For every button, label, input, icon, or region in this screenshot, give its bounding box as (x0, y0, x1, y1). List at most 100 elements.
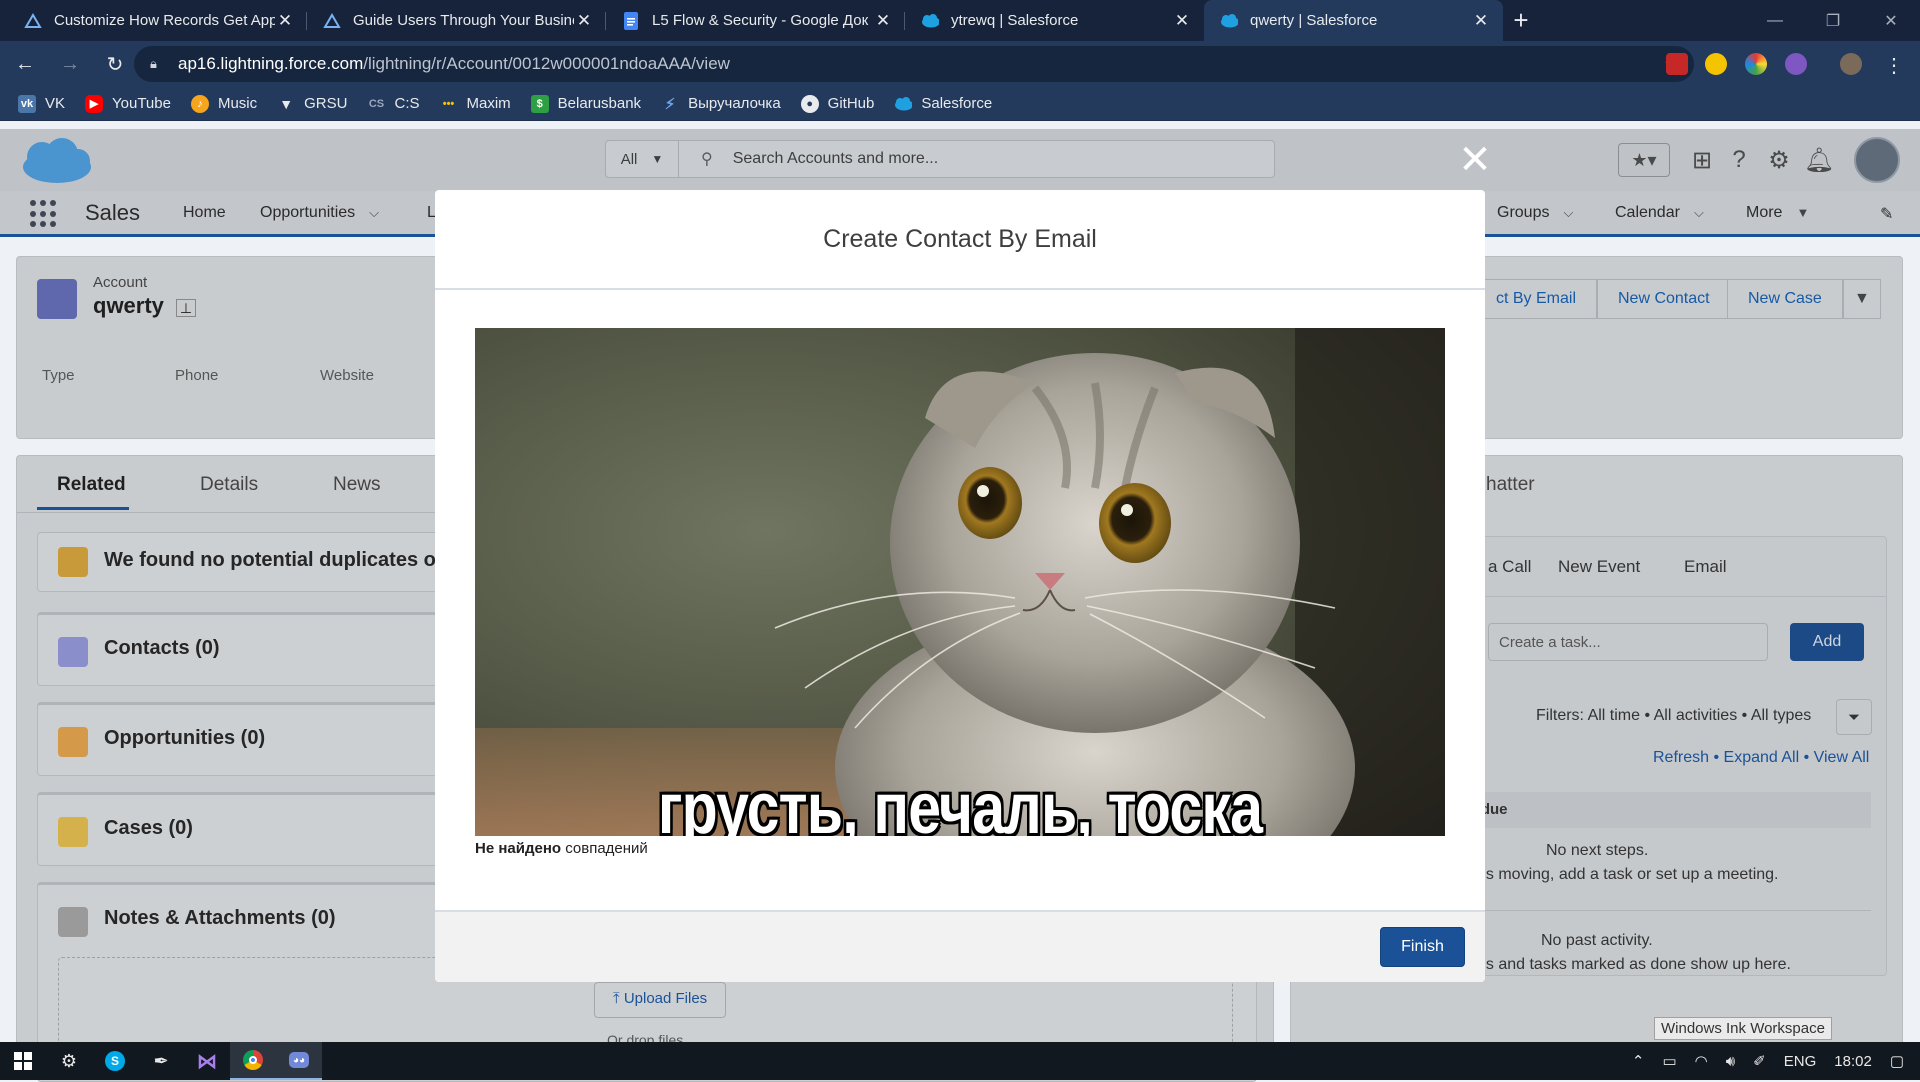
extension-globe-icon[interactable] (1785, 53, 1807, 75)
close-tab-icon[interactable]: ✕ (275, 11, 295, 31)
bookmark-salesforce[interactable]: Salesforce (894, 95, 992, 113)
upload-files-button[interactable]: ⤒ Upload Files (594, 982, 727, 1018)
browser-tab[interactable]: ytrewq | Salesforce ✕ (905, 0, 1204, 41)
app-launcher-icon[interactable] (30, 200, 58, 228)
close-tab-icon[interactable]: ✕ (1471, 11, 1491, 31)
language-indicator[interactable]: ENG (1784, 1053, 1817, 1070)
discord-icon[interactable]: ◕◕ (276, 1042, 322, 1080)
volume-icon[interactable]: 🔊︎ (1726, 1053, 1735, 1070)
global-search-input[interactable]: ⚲ Search Accounts and more... (679, 140, 1275, 178)
notification-center-icon[interactable]: ▢ (1890, 1052, 1904, 1070)
create-task-input[interactable]: Create a task... (1488, 623, 1768, 661)
vk-icon: vk (18, 94, 36, 113)
meme-caption: грусть, печаль, тоска (657, 769, 1263, 836)
close-tab-icon[interactable]: ✕ (574, 11, 594, 31)
runner-icon: ⚡︎ (664, 95, 676, 113)
close-tab-icon[interactable]: ✕ (873, 11, 893, 31)
browser-tab[interactable]: Guide Users Through Your Busine ✕ (307, 0, 606, 41)
bookmark-music[interactable]: ♪ Music (190, 94, 257, 113)
minimize-icon[interactable]: — (1746, 0, 1804, 41)
bookmark-youtube[interactable]: ▶ YouTube (85, 94, 171, 113)
more-actions-chevron-icon[interactable]: ▼ (1843, 279, 1881, 319)
bookmark-cs[interactable]: CS C:S (367, 95, 420, 113)
nav-home[interactable]: Home (183, 204, 226, 222)
tab-chatter[interactable]: hatter (1486, 474, 1535, 496)
bookmark-grsu[interactable]: ▼ GRSU (277, 95, 347, 113)
activity-links[interactable]: Refresh • Expand All • View All (1653, 749, 1869, 767)
chrome-menu-icon[interactable]: ⋮ (1884, 53, 1904, 78)
nav-calendar[interactable]: Calendar ⌵ (1615, 204, 1704, 222)
bookmark-maxim[interactable]: ••• Maxim (440, 95, 511, 113)
notifications-bell-icon[interactable]: 🔔︎ (1802, 143, 1836, 177)
new-case-button[interactable]: New Case (1727, 279, 1843, 319)
browser-tab[interactable]: Customize How Records Get App ✕ (8, 0, 307, 41)
modal-title: Create Contact By Email (435, 190, 1485, 290)
log-call-tab[interactable]: a Call (1488, 557, 1531, 577)
browser-tab[interactable]: L5 Flow & Security - Google Док ✕ (606, 0, 905, 41)
close-window-icon[interactable]: ✕ (1862, 0, 1920, 41)
card-title[interactable]: Contacts (0) (104, 637, 220, 660)
favorites-icon[interactable]: ★▾ (1618, 143, 1670, 177)
chevron-down-icon[interactable]: ⌵ (369, 205, 379, 220)
nav-opportunities[interactable]: Opportunities ⌵ (260, 204, 379, 222)
global-actions-icon[interactable]: ⊞ (1685, 143, 1719, 177)
overdue-header[interactable]: rdue (1471, 792, 1871, 828)
nav-groups[interactable]: Groups ⌵ (1497, 204, 1573, 222)
tab-title: Guide Users Through Your Busine (353, 12, 574, 29)
clock[interactable]: 18:02 (1834, 1053, 1872, 1070)
windows-ink-icon[interactable]: ✐ (1753, 1052, 1766, 1070)
restore-icon[interactable]: ❐ (1804, 0, 1862, 41)
email-tab[interactable]: Email (1684, 557, 1727, 577)
filter-funnel-icon[interactable]: ⏷ (1836, 699, 1872, 735)
bookmark-github[interactable]: ● GitHub (800, 94, 874, 113)
browser-tab-active[interactable]: qwerty | Salesforce ✕ (1204, 0, 1503, 41)
back-icon[interactable]: ← (5, 44, 45, 84)
bookmark-vk[interactable]: vk VK (18, 94, 65, 113)
chrome-taskbar-icon[interactable] (230, 1042, 276, 1080)
skype-icon[interactable]: S (92, 1042, 138, 1080)
add-task-button[interactable]: Add (1790, 623, 1864, 661)
forward-icon[interactable]: → (50, 44, 90, 84)
wifi-icon[interactable]: ◠ (1695, 1052, 1708, 1070)
card-title[interactable]: Opportunities (0) (104, 727, 265, 750)
hierarchy-icon[interactable]: ⊥ (175, 299, 197, 317)
user-avatar[interactable] (1854, 137, 1900, 183)
new-contact-button[interactable]: New Contact (1597, 279, 1731, 319)
search-scope-select[interactable]: All ▼ (605, 140, 679, 178)
finish-button[interactable]: Finish (1380, 927, 1465, 967)
chevron-down-icon[interactable]: ⌵ (1694, 205, 1704, 220)
battery-icon[interactable]: ▭ (1662, 1052, 1676, 1070)
trailhead-icon (24, 12, 42, 30)
chevron-down-icon[interactable]: ▼ (1796, 205, 1809, 220)
settings-gear-icon[interactable]: ⚙ (46, 1042, 92, 1080)
pen-app-icon[interactable]: ✒ (138, 1042, 184, 1080)
nav-more[interactable]: More ▼ (1746, 204, 1809, 222)
tab-title: Customize How Records Get App (54, 12, 275, 29)
contact-icon (58, 637, 88, 667)
edit-nav-pencil-icon[interactable]: ✎ (1880, 204, 1893, 224)
card-title[interactable]: Cases (0) (104, 817, 193, 840)
modal-close-icon[interactable]: ✕ (1457, 140, 1493, 180)
tab-details[interactable]: Details (200, 474, 258, 496)
new-tab-button[interactable]: + (1503, 0, 1539, 41)
tab-news[interactable]: News (333, 474, 381, 496)
bookmark-vyruchalochka[interactable]: ⚡︎ Выручалочка (661, 95, 781, 113)
tab-related[interactable]: Related (37, 474, 129, 510)
extension-color-icon[interactable] (1745, 53, 1767, 75)
extension-shield-icon[interactable] (1666, 53, 1688, 75)
windows-start-icon[interactable] (0, 1042, 46, 1080)
tray-chevron-up-icon[interactable]: ⌃ (1632, 1052, 1645, 1070)
card-title[interactable]: Notes & Attachments (0) (104, 907, 336, 930)
bookmark-belarusbank[interactable]: $ Belarusbank (530, 94, 641, 113)
close-tab-icon[interactable]: ✕ (1172, 11, 1192, 31)
extension-coin-icon[interactable] (1705, 53, 1727, 75)
address-bar[interactable]: 🔒︎ ap16.lightning.force.com/lightning/r/… (134, 46, 1694, 82)
profile-avatar[interactable] (1840, 53, 1862, 75)
create-contact-by-email-button[interactable]: ct By Email (1467, 279, 1597, 319)
help-icon[interactable]: ? (1722, 143, 1756, 177)
chevron-down-icon[interactable]: ⌵ (1563, 205, 1573, 220)
visual-studio-icon[interactable]: ⋈ (184, 1042, 230, 1080)
setup-gear-icon[interactable]: ⚙ (1762, 143, 1796, 177)
reload-icon[interactable]: ↻ (95, 44, 135, 84)
new-event-tab[interactable]: New Event (1558, 557, 1640, 577)
